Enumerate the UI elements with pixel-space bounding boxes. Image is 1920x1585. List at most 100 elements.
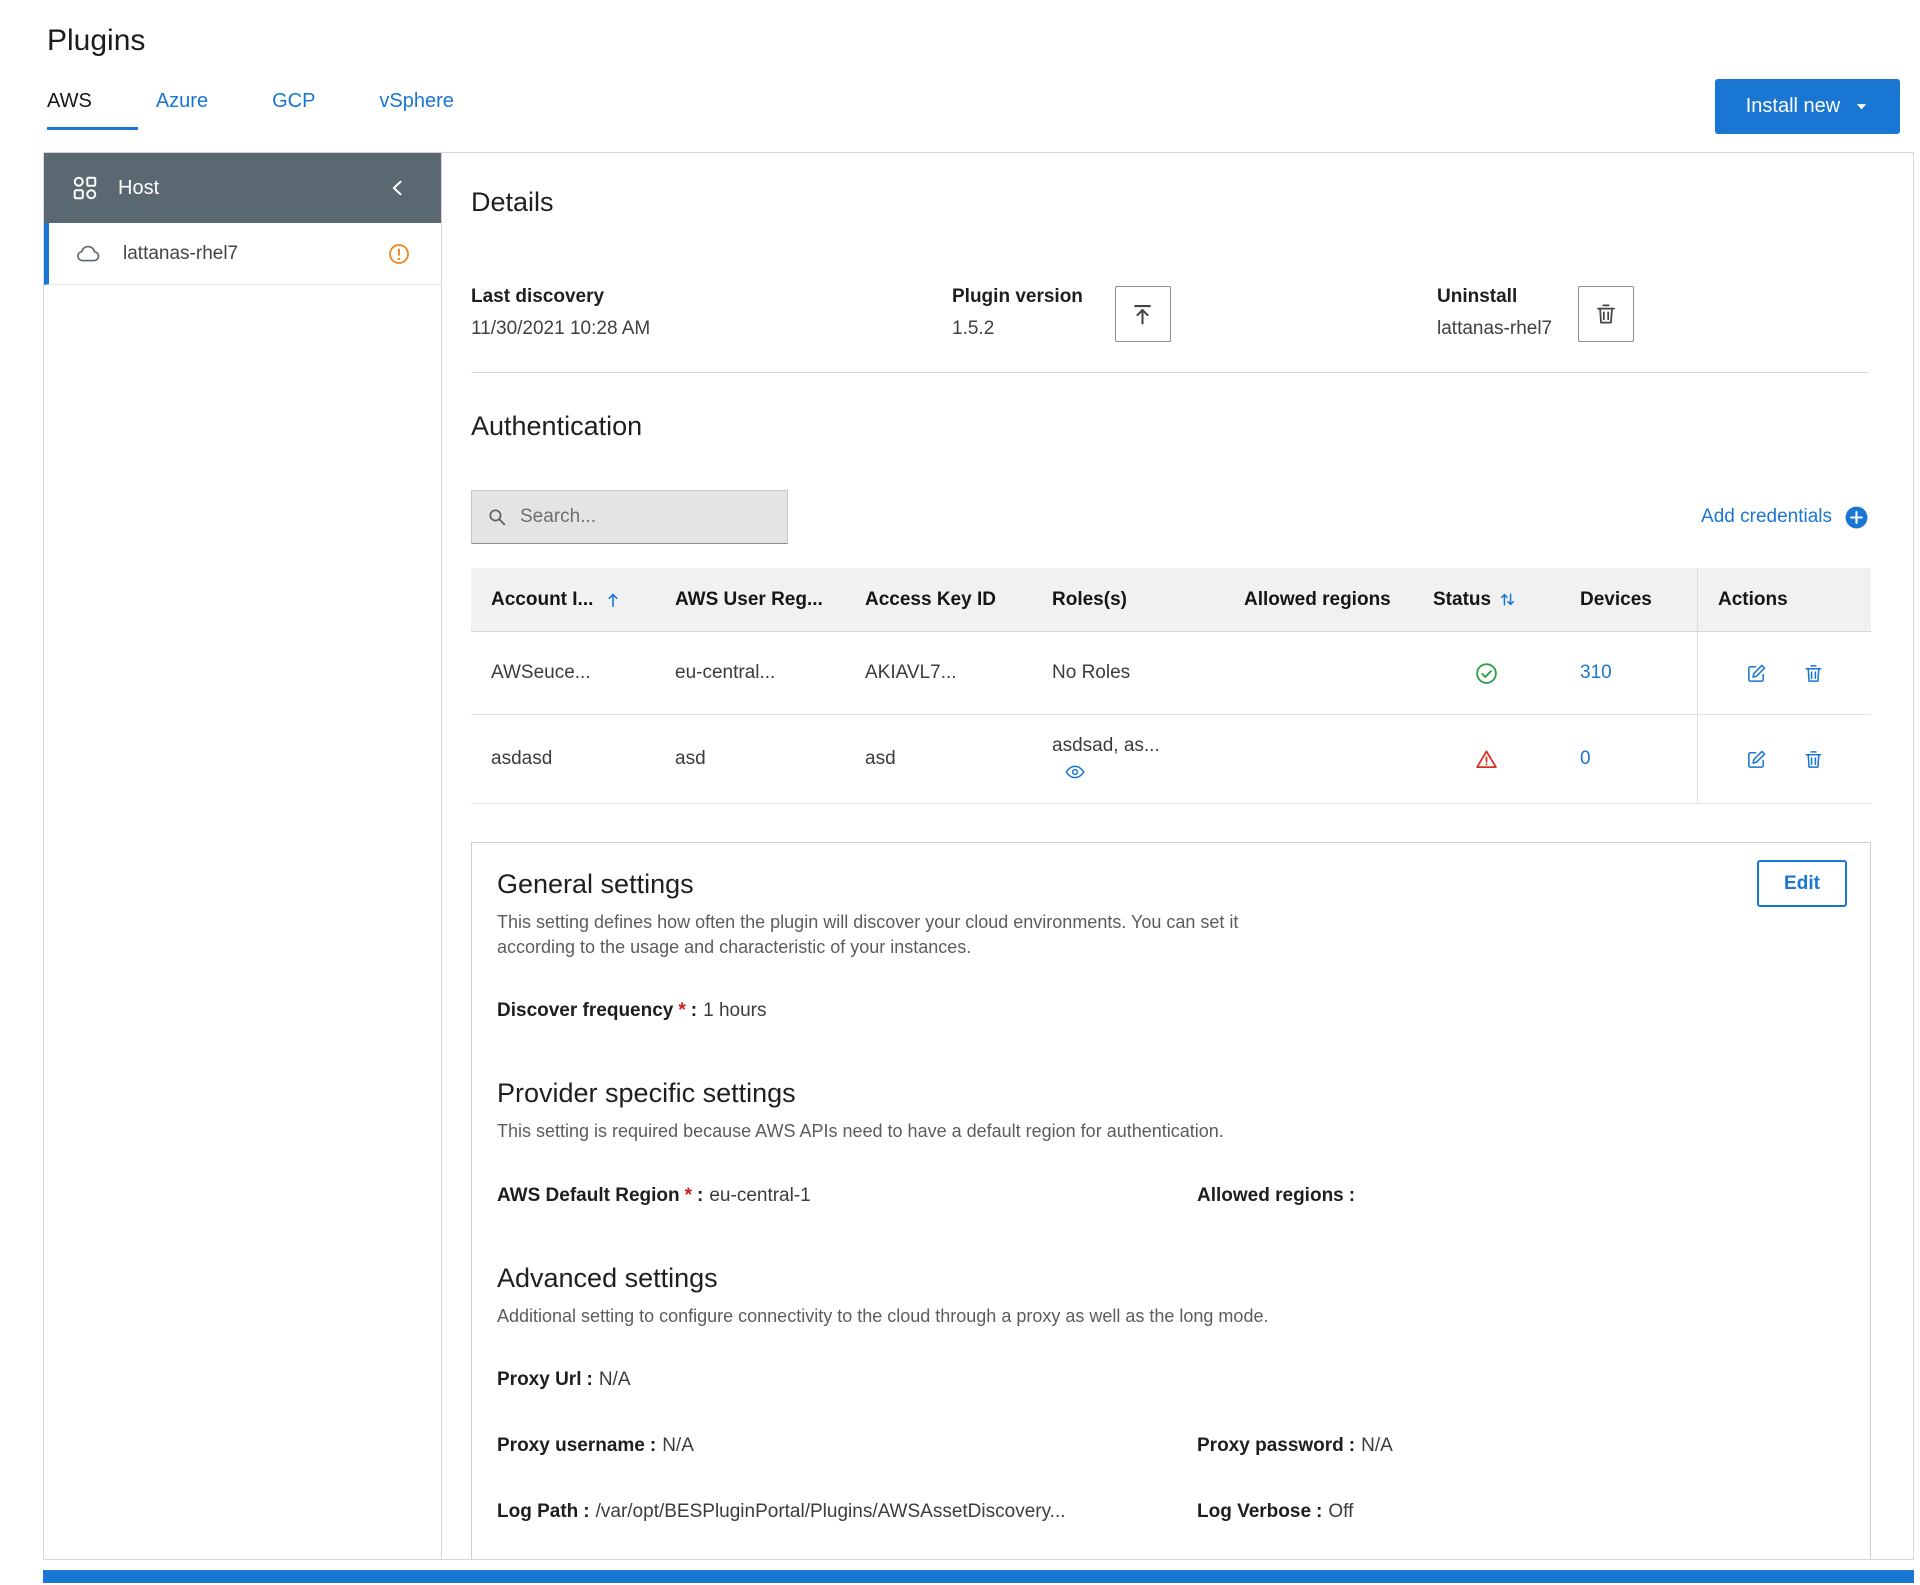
column-header-aws-user-region: AWS User Reg... — [655, 568, 845, 631]
proxy-password-field: Proxy password:N/A — [1197, 1435, 1393, 1457]
allowed-regions-field: Allowed regions: — [1197, 1185, 1361, 1207]
uninstall-button[interactable] — [1578, 286, 1634, 342]
column-header-status-label: Status — [1433, 589, 1491, 611]
add-credentials-label: Add credentials — [1701, 506, 1832, 528]
devices-count-link[interactable]: 0 — [1580, 748, 1591, 770]
table-row: AWSeuce... eu-central... AKIAVL7... No R… — [471, 632, 1871, 715]
sidebar-item-label: lattanas-rhel7 — [123, 243, 238, 265]
allowed-regions-label: Allowed regions — [1197, 1185, 1344, 1206]
devices-count-link[interactable]: 310 — [1580, 662, 1612, 684]
proxy-password-label: Proxy password — [1197, 1435, 1344, 1456]
warning-circle-icon — [387, 242, 411, 266]
sidebar-header-label: Host — [118, 177, 159, 200]
aws-default-region-value: eu-central-1 — [709, 1185, 810, 1206]
authentication-title: Authentication — [471, 411, 1869, 442]
status-success-icon — [1474, 661, 1499, 686]
uninstall-field: Uninstall lattanas-rhel7 — [1437, 286, 1634, 342]
column-header-roles-label: Roles(s) — [1052, 589, 1127, 611]
search-input[interactable] — [520, 506, 775, 528]
upgrade-plugin-button[interactable] — [1115, 286, 1171, 342]
last-discovery-value: 11/30/2021 10:28 AM — [471, 318, 650, 340]
view-roles-eye-icon[interactable] — [1064, 761, 1086, 783]
column-header-actions: Actions — [1697, 568, 1871, 631]
authentication-toolbar: Add credentials — [471, 490, 1869, 544]
colon: : — [691, 1000, 697, 1021]
cloud-icon — [75, 241, 101, 267]
add-plus-icon — [1844, 505, 1869, 530]
provider-settings-description: This setting is required because AWS API… — [497, 1119, 1845, 1144]
sort-ascending-icon — [603, 590, 623, 610]
host-sidebar: Host lattanas-rhel7 — [44, 153, 442, 1559]
proxy-url-row: Proxy Url:N/A — [497, 1369, 1845, 1391]
cell-aws-user-region: asd — [655, 715, 845, 803]
log-path-field: Log Path:/var/opt/BESPluginPortal/Plugin… — [497, 1501, 1197, 1523]
log-verbose-value: Off — [1328, 1501, 1353, 1522]
colon: : — [697, 1185, 703, 1206]
aws-default-region-field: AWS Default Region*: eu-central-1 — [497, 1185, 1197, 1207]
uninstall-value: lattanas-rhel7 — [1437, 318, 1552, 340]
add-credentials-button[interactable]: Add credentials — [1701, 505, 1869, 530]
cell-status — [1413, 632, 1560, 714]
tab-aws[interactable]: AWS — [47, 90, 138, 130]
cell-actions — [1697, 632, 1871, 714]
plugin-version-field: Plugin version 1.5.2 — [952, 286, 1437, 342]
details-title: Details — [471, 187, 1869, 218]
edit-credential-icon[interactable] — [1745, 662, 1768, 685]
edit-settings-button[interactable]: Edit — [1757, 860, 1847, 907]
tab-azure[interactable]: Azure — [156, 90, 254, 130]
required-marker: * — [685, 1185, 692, 1206]
discover-frequency-row: Discover frequency*:1 hours — [497, 1000, 1845, 1022]
aws-default-region-label: AWS Default Region — [497, 1185, 680, 1206]
cell-roles: asdsad, as... — [1032, 715, 1224, 803]
install-new-button[interactable]: Install new — [1715, 79, 1900, 134]
proxy-username-field: Proxy username:N/A — [497, 1435, 1197, 1457]
general-settings-description: This setting defines how often the plugi… — [497, 910, 1317, 960]
discover-frequency-label: Discover frequency — [497, 1000, 673, 1021]
column-header-status[interactable]: Status — [1413, 568, 1560, 631]
proxy-url-value: N/A — [599, 1369, 631, 1390]
plugin-panel: Host lattanas-rhel7 — [43, 152, 1914, 1560]
column-header-aws-user-region-label: AWS User Reg... — [675, 589, 823, 611]
roles-text: asdsad, as... — [1052, 735, 1160, 757]
column-header-access-key-id: Access Key ID — [845, 568, 1032, 631]
tab-gcp[interactable]: GCP — [272, 90, 361, 130]
cell-actions — [1697, 715, 1871, 803]
cell-access-key-id: asd — [845, 715, 1032, 803]
edit-credential-icon[interactable] — [1745, 748, 1768, 771]
log-verbose-field: Log Verbose:Off — [1197, 1501, 1353, 1523]
plugin-version-value: 1.5.2 — [952, 318, 1083, 340]
cell-allowed-regions — [1224, 632, 1413, 714]
colon: : — [1349, 1185, 1355, 1206]
proxy-credentials-row: Proxy username:N/A Proxy password:N/A — [497, 1435, 1845, 1457]
proxy-username-value: N/A — [662, 1435, 694, 1456]
tab-vsphere[interactable]: vSphere — [379, 90, 500, 130]
colon: : — [1349, 1435, 1355, 1456]
discover-frequency-value: 1 hours — [703, 1000, 766, 1021]
sidebar-collapse-button[interactable] — [383, 173, 413, 203]
cell-status — [1413, 715, 1560, 803]
upload-icon — [1129, 301, 1156, 328]
sidebar-header: Host — [44, 153, 441, 223]
column-header-account-label: Account I... — [491, 589, 593, 611]
chevron-left-icon — [388, 178, 408, 198]
column-header-account[interactable]: Account I... — [471, 568, 655, 631]
log-path-label: Log Path — [497, 1501, 578, 1522]
log-row: Log Path:/var/opt/BESPluginPortal/Plugin… — [497, 1501, 1845, 1523]
delete-credential-icon[interactable] — [1802, 662, 1825, 685]
horizontal-scrollbar[interactable] — [43, 1570, 1914, 1583]
delete-credential-icon[interactable] — [1802, 748, 1825, 771]
settings-panel: Edit General settings This setting defin… — [471, 842, 1871, 1559]
sidebar-item-host[interactable]: lattanas-rhel7 — [44, 223, 441, 285]
cell-account: AWSeuce... — [471, 632, 655, 714]
status-error-icon — [1474, 747, 1499, 772]
cell-account: asdasd — [471, 715, 655, 803]
region-row: AWS Default Region*: eu-central-1 Allowed… — [497, 1185, 1845, 1207]
page-title: Plugins — [47, 24, 145, 58]
proxy-url-field: Proxy Url:N/A — [497, 1369, 631, 1391]
trash-icon — [1593, 301, 1619, 327]
credentials-search[interactable] — [471, 490, 788, 544]
cell-access-key-id: AKIAVL7... — [845, 632, 1032, 714]
details-panel: Details Last discovery 11/30/2021 10:28 … — [442, 153, 1913, 1559]
last-discovery-field: Last discovery 11/30/2021 10:28 AM — [471, 286, 952, 340]
log-path-value: /var/opt/BESPluginPortal/Plugins/AWSAsse… — [596, 1501, 1066, 1522]
